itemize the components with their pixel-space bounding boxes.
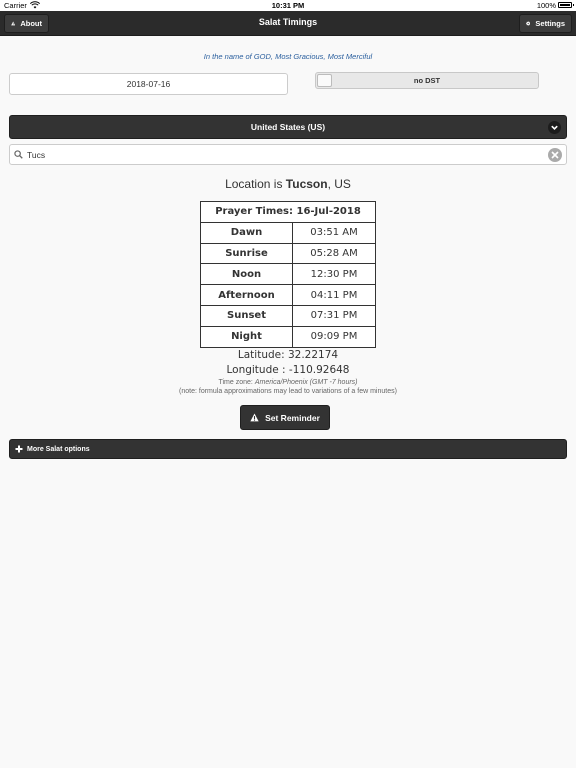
gear-icon xyxy=(526,21,531,26)
prayer-name: Afternoon xyxy=(200,284,293,306)
timezone-line: Time zone: America/Phoenix (GMT -7 hours… xyxy=(0,379,576,386)
date-field[interactable]: 2018-07-16 xyxy=(9,73,288,95)
location-prefix: Location is xyxy=(225,177,283,191)
prayer-time: 12:30 PM xyxy=(292,263,376,286)
table-row: Sunset 07:31 PM xyxy=(200,304,376,327)
battery-icon xyxy=(558,2,574,8)
prayer-name: Night xyxy=(200,325,293,348)
chevron-down-icon xyxy=(548,121,561,134)
longitude-text: Longitude : -110.92648 xyxy=(226,364,350,376)
prayer-time: 09:09 PM xyxy=(292,325,376,348)
dst-label: no DST xyxy=(413,76,441,85)
city-search-input[interactable] xyxy=(27,147,547,163)
prayer-name: Sunset xyxy=(200,304,293,327)
prayer-time: 04:11 PM xyxy=(292,284,376,306)
city-search-box[interactable] xyxy=(9,144,567,165)
table-row: Afternoon 04:11 PM xyxy=(200,284,376,306)
table-row: Night 09:09 PM xyxy=(200,325,376,348)
bismillah-text: In the name of GOD, Most Gracious, Most … xyxy=(203,52,373,61)
timezone-value: America/Phoenix (GMT -7 hours) xyxy=(254,379,358,386)
page-title: Salat Timings xyxy=(258,17,318,27)
app-header: About Salat Timings Settings xyxy=(0,11,576,36)
location-line: Location is Tucson, US xyxy=(0,177,576,191)
country-selected-label: United States (US) xyxy=(250,122,326,132)
prayer-name: Dawn xyxy=(200,221,293,244)
more-salat-options-label: More Salat options xyxy=(27,445,90,453)
prayer-time: 05:28 AM xyxy=(292,242,376,265)
timezone-prefix: Time zone: xyxy=(218,379,253,386)
country-select[interactable]: United States (US) xyxy=(9,115,567,139)
settings-label: Settings xyxy=(535,19,565,28)
status-time: 10:31 PM xyxy=(271,1,305,10)
prayer-times-header: Prayer Times: 16-Jul-2018 xyxy=(200,201,376,223)
plus-icon xyxy=(15,445,23,453)
prayer-name: Noon xyxy=(200,263,293,286)
clear-icon[interactable] xyxy=(548,148,562,162)
latitude-text: Latitude: 32.22174 xyxy=(237,349,339,361)
table-row: Noon 12:30 PM xyxy=(200,263,376,286)
location-country: , US xyxy=(327,177,351,191)
dst-toggle[interactable]: no DST xyxy=(315,72,539,89)
more-salat-options-button[interactable]: More Salat options xyxy=(9,439,567,459)
status-bar: Carrier 10:31 PM 100% xyxy=(0,0,576,11)
table-row: Dawn 03:51 AM xyxy=(200,221,376,244)
prayer-times-table: Prayer Times: 16-Jul-2018 Dawn 03:51 AM … xyxy=(200,201,376,348)
settings-button[interactable]: Settings xyxy=(519,14,572,33)
table-header-row: Prayer Times: 16-Jul-2018 xyxy=(200,201,376,223)
prayer-name: Sunrise xyxy=(200,242,293,265)
battery-percent: 100% xyxy=(536,1,556,10)
approximation-note: (note: formula approximations may lead t… xyxy=(179,388,397,395)
prayer-time: 07:31 PM xyxy=(292,304,376,327)
prayer-time: 03:51 AM xyxy=(292,221,376,244)
set-reminder-button[interactable]: Set Reminder xyxy=(240,405,330,430)
warning-triangle-icon xyxy=(250,413,259,422)
set-reminder-label: Set Reminder xyxy=(265,412,320,423)
location-city: Tucson xyxy=(285,177,328,191)
search-icon xyxy=(14,150,23,159)
table-row: Sunrise 05:28 AM xyxy=(200,242,376,265)
